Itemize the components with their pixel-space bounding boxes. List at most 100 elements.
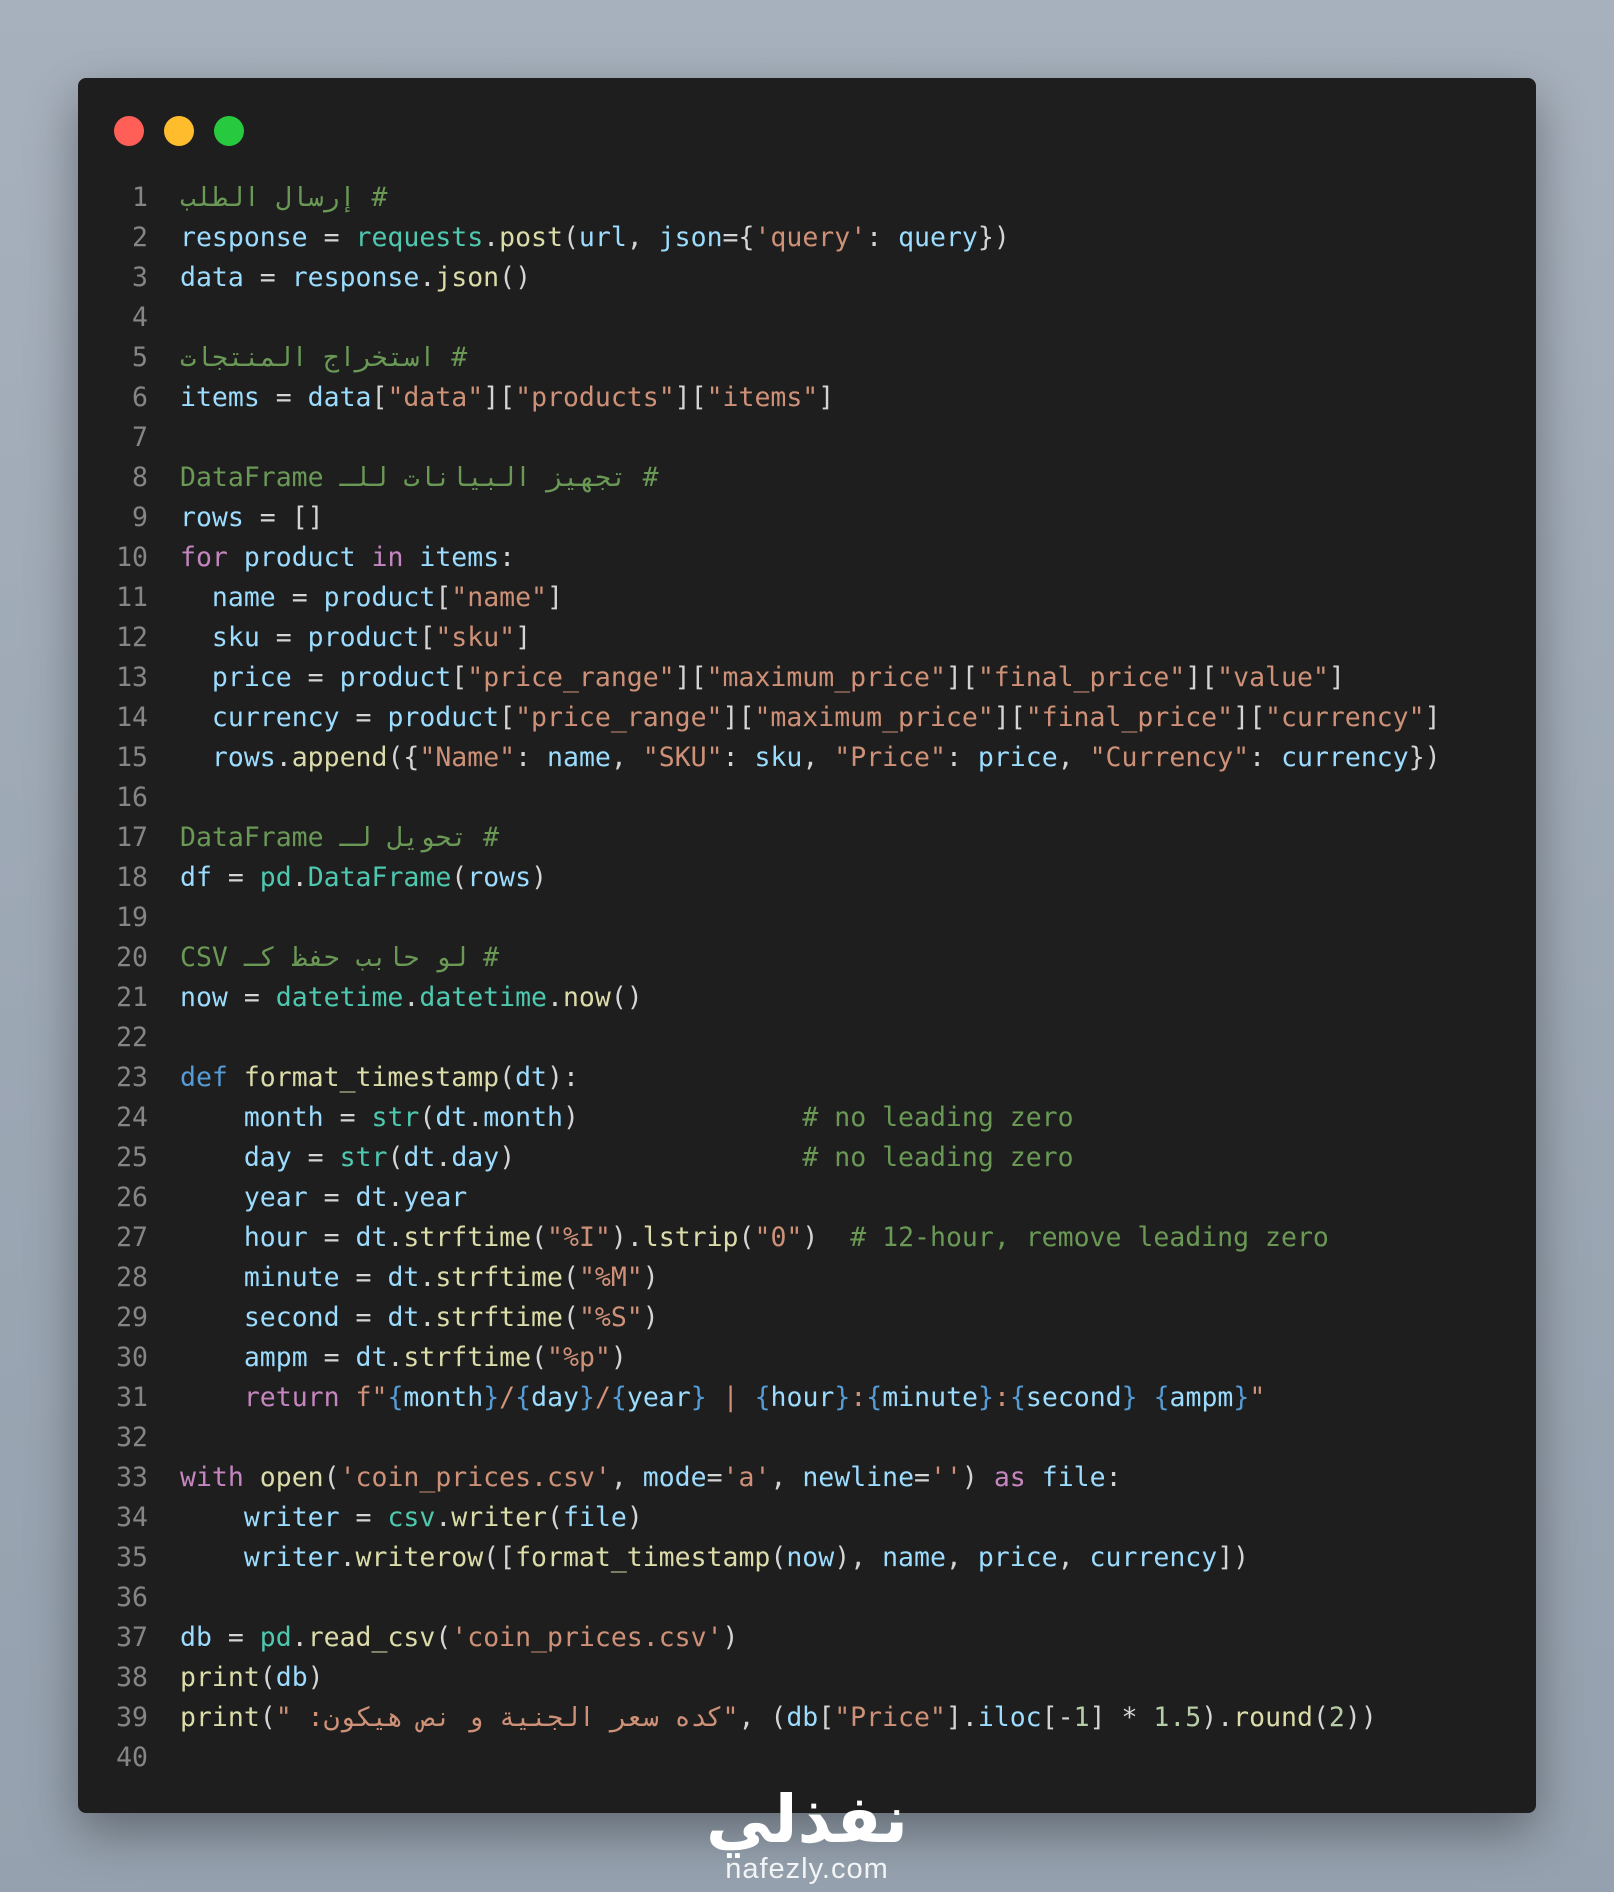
code-token: ] * (1089, 1702, 1154, 1733)
code-line[interactable]: 3 data = response.json() (78, 258, 1536, 298)
line-number: 13 (116, 662, 148, 693)
code-line[interactable]: 33 with open('coin_prices.csv', mode='a',… (78, 1458, 1536, 1498)
code-line[interactable]: 25 day = str(dt.day) # no leading zero (78, 1138, 1536, 1178)
code-line[interactable]: 37 db = pd.read_csv('coin_prices.csv') (78, 1618, 1536, 1658)
code-token: "products" (515, 382, 675, 413)
code-line[interactable]: 23 def format_timestamp(dt): (78, 1058, 1536, 1098)
code-text: with open('coin_prices.csv', mode='a', n… (180, 1458, 1122, 1498)
code-line[interactable]: 29 second = dt.strftime("%S") (78, 1298, 1536, 1338)
code-token: append (291, 742, 388, 773)
code-token: # تحويل لـ DataFrame (180, 822, 500, 853)
code-token: } (978, 1382, 994, 1413)
code-line[interactable]: 31 return f"{month}/{day}/{year} | {hour… (78, 1378, 1536, 1418)
code-line[interactable]: 35 writer.writerow([format_timestamp(now… (78, 1538, 1536, 1578)
code-text: db = pd.read_csv('coin_prices.csv') (180, 1618, 739, 1658)
code-line[interactable]: 14 currency = product["price_range"]["ma… (78, 698, 1536, 738)
code-token: dt (355, 1342, 388, 1373)
code-token: price (977, 1542, 1058, 1573)
code-token: datetime (419, 982, 547, 1013)
code-token: format_timestamp (243, 1062, 500, 1093)
code-token: "maximum_price" (706, 662, 946, 693)
code-line[interactable]: 11 name = product["name"] (78, 578, 1536, 618)
code-text: print(db) (180, 1658, 324, 1698)
code-line[interactable]: 20 # لو حابب حفظ كـ CSV (78, 938, 1536, 978)
code-line[interactable]: 28 minute = dt.strftime("%M") (78, 1258, 1536, 1298)
code-token: , (770, 1462, 803, 1493)
code-line[interactable]: 38 print(db) (78, 1658, 1536, 1698)
code-token: now (786, 1542, 835, 1573)
line-number: 40 (116, 1742, 148, 1773)
code-line[interactable]: 9 rows = [] (78, 498, 1536, 538)
code-line[interactable]: 10 for product in items: (78, 538, 1536, 578)
code-text: second = dt.strftime("%S") (180, 1298, 659, 1338)
code-line[interactable]: 24 month = str(dt.month) # no leading ze… (78, 1098, 1536, 1138)
code-token: response (291, 262, 420, 293)
close-window-button[interactable] (114, 116, 144, 146)
code-token: second (1025, 1382, 1122, 1413)
code-token: hour (770, 1382, 835, 1413)
code-token: pd (259, 1622, 292, 1653)
code-line[interactable]: 16 (78, 778, 1536, 818)
code-line[interactable]: 12 sku = product["sku"] (78, 618, 1536, 658)
code-token: year (626, 1382, 691, 1413)
code-token: : (722, 742, 755, 773)
code-token: . (547, 982, 563, 1013)
code-token: dt (355, 1222, 388, 1253)
code-token: print (180, 1702, 260, 1733)
code-line[interactable]: 1 # إرسال الطلب (78, 178, 1536, 218)
zoom-window-button[interactable] (214, 116, 244, 146)
code-line[interactable]: 4 (78, 298, 1536, 338)
code-token: # إرسال الطلب (180, 182, 388, 213)
line-number: 30 (116, 1342, 148, 1373)
code-line[interactable]: 36 (78, 1578, 1536, 1618)
code-line[interactable]: 18 df = pd.DataFrame(rows) (78, 858, 1536, 898)
line-number: 38 (116, 1662, 148, 1693)
code-area[interactable]: 1 # إرسال الطلب 2 response = requests.post(… (78, 178, 1536, 1778)
code-line[interactable]: 2 response = requests.post(url, json={'qu… (78, 218, 1536, 258)
code-line[interactable]: 30 ampm = dt.strftime("%p") (78, 1338, 1536, 1378)
code-line[interactable]: 7 (78, 418, 1536, 458)
code-line[interactable]: 17 # تحويل لـ DataFrame (78, 818, 1536, 858)
code-token: name (211, 582, 276, 613)
code-token: , (1057, 742, 1090, 773)
code-token: # no leading zero (802, 1142, 1074, 1173)
code-line[interactable]: 27 hour = dt.strftime("%I").lstrip("0") … (78, 1218, 1536, 1258)
line-number: 18 (116, 862, 148, 893)
code-line[interactable]: 34 writer = csv.writer(file) (78, 1498, 1536, 1538)
code-line[interactable]: 26 year = dt.year (78, 1178, 1536, 1218)
code-token: ( (259, 1702, 276, 1733)
minimize-window-button[interactable] (164, 116, 194, 146)
code-line[interactable]: 5 # استخراج المنتجات (78, 338, 1536, 378)
code-token: "data" (387, 382, 484, 413)
code-token: ({ (387, 742, 420, 773)
code-token: file (562, 1502, 627, 1533)
code-line[interactable]: 19 (78, 898, 1536, 938)
code-line[interactable]: 39 print("كده سعر الجنية و نص هيكون: ", (… (78, 1698, 1536, 1738)
code-line[interactable]: 22 (78, 1018, 1536, 1058)
code-token: with (180, 1462, 244, 1493)
code-line[interactable]: 13 price = product["price_range"]["maxim… (78, 658, 1536, 698)
code-token: currency (1089, 1542, 1218, 1573)
code-line[interactable]: 40 (78, 1738, 1536, 1778)
code-line[interactable]: 21 now = datetime.datetime.now() (78, 978, 1536, 1018)
code-token: format_timestamp (515, 1542, 771, 1573)
code-token: . (339, 1542, 356, 1573)
code-line[interactable]: 8 # تجهيز البيانات للـ DataFrame (78, 458, 1536, 498)
line-number: 7 (132, 422, 148, 453)
code-token: [ (451, 662, 468, 693)
code-token: : (866, 222, 899, 253)
line-number: 21 (116, 982, 148, 1013)
code-token: ) (961, 1462, 994, 1493)
code-token: ) (610, 1342, 627, 1373)
code-line[interactable]: 32 (78, 1418, 1536, 1458)
code-token: = (275, 582, 324, 613)
code-line[interactable]: 6 items = data["data"]["products"]["items… (78, 378, 1536, 418)
code-line[interactable]: 15 rows.append({"Name": name, "SKU": sku… (78, 738, 1536, 778)
